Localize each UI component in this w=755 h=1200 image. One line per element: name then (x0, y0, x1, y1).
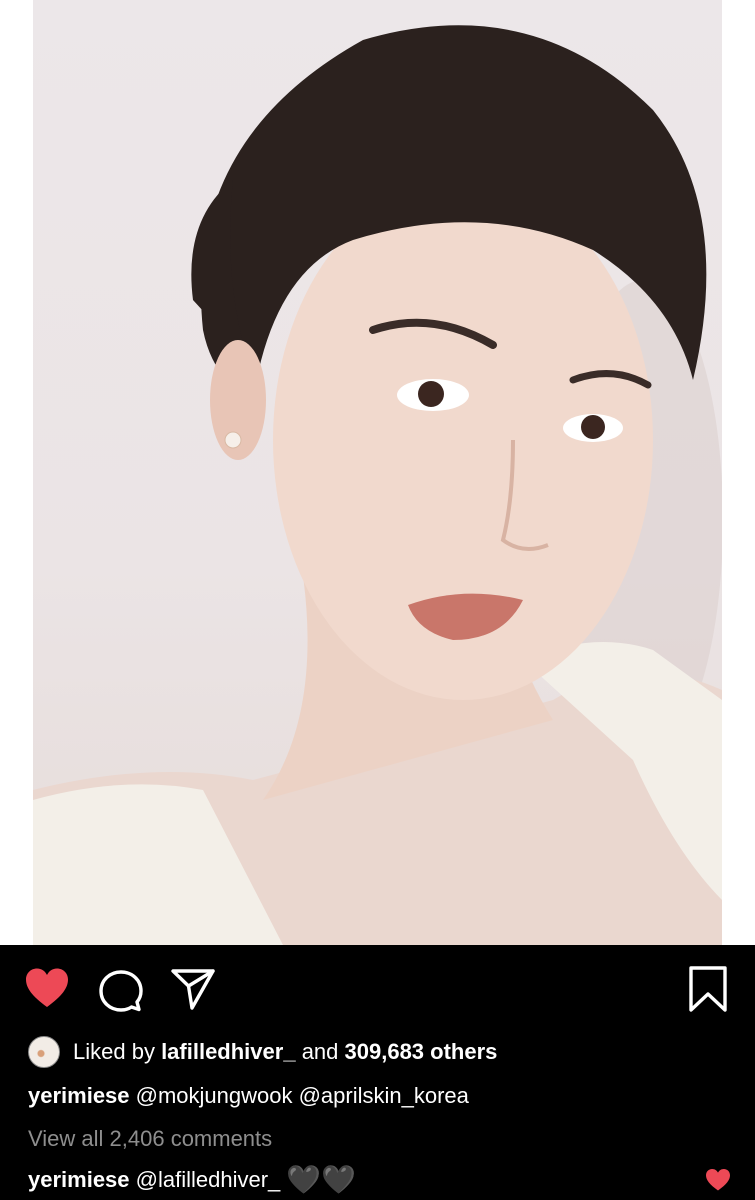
comment: yerimiese @lafilledhiver_ 🖤🖤 (28, 1163, 356, 1197)
caption-username[interactable]: yerimiese (28, 1083, 130, 1109)
caption-text: @mokjungwook @aprilskin_korea (129, 1083, 469, 1108)
paper-plane-icon[interactable] (170, 967, 216, 1011)
liker-avatar[interactable] (28, 1036, 60, 1068)
comment-text: @lafilledhiver_ (129, 1167, 287, 1192)
likes-count[interactable]: 309,683 others (345, 1039, 498, 1065)
comment-bubble-icon[interactable] (99, 969, 143, 1013)
post-action-bar (0, 945, 755, 1033)
post-photo-frame (0, 0, 755, 945)
comment-heart-icon[interactable] (705, 1168, 731, 1192)
liker-username[interactable]: lafilledhiver_ (161, 1039, 296, 1065)
caption: yerimiese @mokjungwook @aprilskin_korea (28, 1080, 469, 1112)
bookmark-icon[interactable] (688, 965, 728, 1013)
post-photo[interactable] (33, 0, 722, 945)
liked-by-row[interactable]: Liked by lafilledhiver_ and 309,683 othe… (28, 1034, 497, 1070)
view-all-comments-link[interactable]: View all 2,406 comments (28, 1123, 272, 1155)
liked-by-prefix: Liked by (73, 1039, 162, 1064)
portrait-illustration (33, 25, 722, 945)
liked-by-connector: and (295, 1039, 345, 1064)
heart-filled-icon[interactable] (24, 967, 70, 1009)
black-heart-emoji: 🖤🖤 (286, 1164, 357, 1195)
comment-username[interactable]: yerimiese (28, 1167, 130, 1193)
